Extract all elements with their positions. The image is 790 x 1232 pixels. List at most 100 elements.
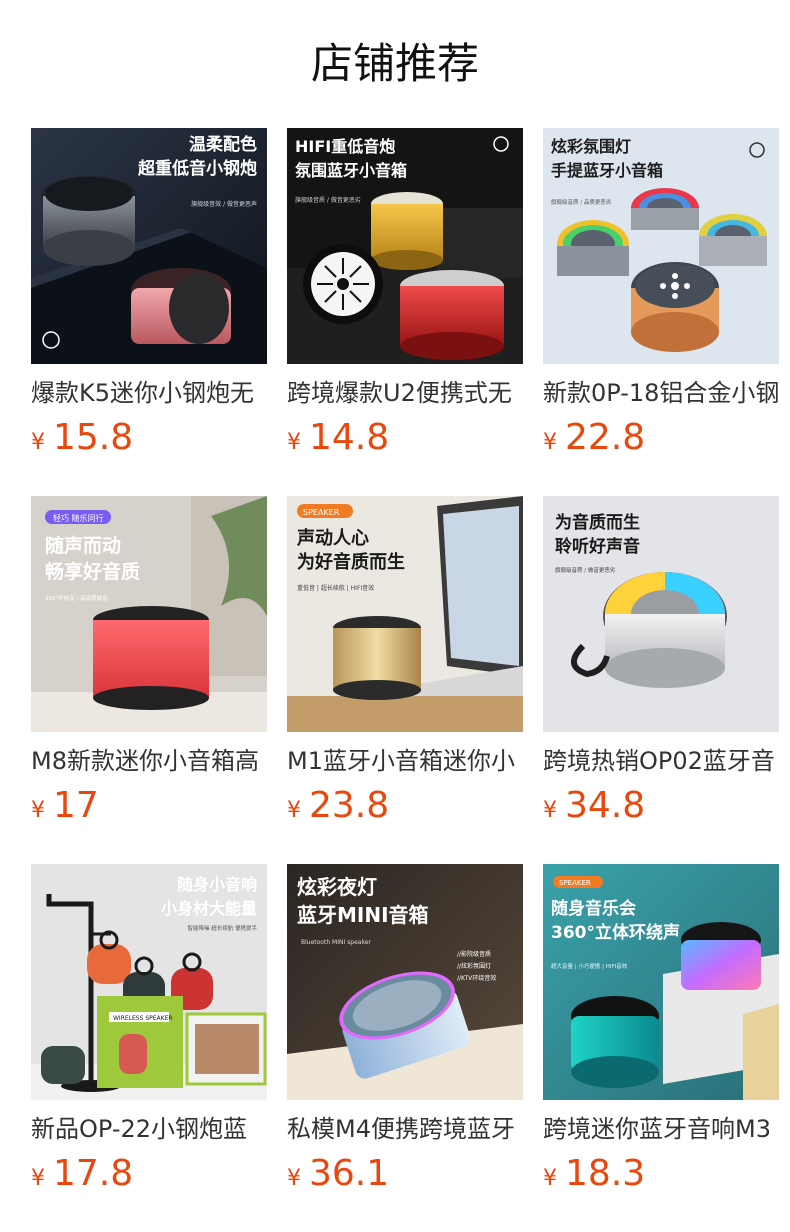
product-name[interactable]: 新款0P-18铝合金小钢 xyxy=(543,376,779,410)
svg-text:SPEAKER: SPEAKER xyxy=(303,508,340,517)
product-image[interactable]: 炫彩夜灯 蓝牙MINI音箱 Bluetooth MINI speaker //影… xyxy=(287,864,523,1100)
svg-text:旗舰级音质 / 做音更恶劣: 旗舰级音质 / 做音更恶劣 xyxy=(295,196,361,204)
product-grid: 温柔配色 超重低音小钢炮 旗舰级音效 / 做音更恶声 爆款K5迷你小钢炮无 ¥1… xyxy=(31,128,779,1232)
product-row: 轻巧 随乐同行 随声而动 畅享好音质 360°环绕音 / 高音质做音 M8新款迷… xyxy=(31,496,779,864)
svg-text:氛围蓝牙小音箱: 氛围蓝牙小音箱 xyxy=(295,161,407,180)
page-title: 店铺推荐 xyxy=(310,39,479,88)
svg-text:HIFI重低音炮: HIFI重低音炮 xyxy=(295,137,395,156)
svg-text:随身小音响: 随身小音响 xyxy=(177,875,257,894)
product-image[interactable]: 温柔配色 超重低音小钢炮 旗舰级音效 / 做音更恶声 xyxy=(31,128,267,364)
product-price: ¥34.8 xyxy=(543,784,645,828)
product-row: 温柔配色 超重低音小钢炮 旗舰级音效 / 做音更恶声 爆款K5迷你小钢炮无 ¥1… xyxy=(31,128,779,496)
product-image-art: 炫彩夜灯 蓝牙MINI音箱 Bluetooth MINI speaker //影… xyxy=(287,864,523,1100)
product-price: ¥23.8 xyxy=(287,784,389,828)
svg-text:聆听好声音: 聆听好声音 xyxy=(555,536,640,557)
product-card[interactable]: 为音质而生 聆听好声音 旗舰级音质 / 做音更恶劣 跨境热销OP02蓝牙音 ¥3… xyxy=(543,496,779,836)
svg-text:畅享好音质: 畅享好音质 xyxy=(45,560,140,583)
price-value: 14.8 xyxy=(309,417,390,458)
product-price: ¥17 xyxy=(31,784,99,828)
svg-text://影院级音质: //影院级音质 xyxy=(457,950,491,958)
svg-text:SPEAKER: SPEAKER xyxy=(559,879,591,887)
product-card[interactable]: WIRELESS SPEAKER 随身小音响 小身材大能量 智能降噪 超长续航 … xyxy=(31,864,267,1204)
svg-text:轻巧 随乐同行: 轻巧 随乐同行 xyxy=(53,513,104,523)
product-name[interactable]: M1蓝牙小音箱迷你小 xyxy=(287,744,523,778)
currency-symbol: ¥ xyxy=(31,430,45,455)
product-image[interactable]: WIRELESS SPEAKER 随身小音响 小身材大能量 智能降噪 超长续航 … xyxy=(31,864,267,1100)
product-name[interactable]: M8新款迷你小音箱高 xyxy=(31,744,267,778)
product-image[interactable]: 轻巧 随乐同行 随声而动 畅享好音质 360°环绕音 / 高音质做音 xyxy=(31,496,267,732)
product-image-art: WIRELESS SPEAKER 随身小音响 小身材大能量 智能降噪 超长续航 … xyxy=(31,864,267,1100)
product-image[interactable]: SPEAKER 声动人心 为好音质而生 重低音 | 超长续航 | HIFI音效 xyxy=(287,496,523,732)
price-value: 34.8 xyxy=(565,785,646,826)
product-price: ¥22.8 xyxy=(543,416,645,460)
currency-symbol: ¥ xyxy=(31,1166,45,1191)
svg-text:手提蓝牙小音箱: 手提蓝牙小音箱 xyxy=(551,161,663,180)
product-image-art: 轻巧 随乐同行 随声而动 畅享好音质 360°环绕音 / 高音质做音 xyxy=(31,496,267,732)
price-value: 17 xyxy=(53,785,99,826)
product-name[interactable]: 爆款K5迷你小钢炮无 xyxy=(31,376,267,410)
product-price: ¥17.8 xyxy=(31,1152,133,1196)
svg-text:随声而动: 随声而动 xyxy=(45,534,121,557)
svg-text:为好音质而生: 为好音质而生 xyxy=(297,551,405,573)
price-value: 18.3 xyxy=(565,1153,646,1194)
svg-text:蓝牙MINI音箱: 蓝牙MINI音箱 xyxy=(297,903,429,927)
product-image[interactable]: 炫彩氛围灯 手提蓝牙小音箱 旗舰级音质 / 品质更恶劣 xyxy=(543,128,779,364)
product-card[interactable]: SPEAKER 声动人心 为好音质而生 重低音 | 超长续航 | HIFI音效 … xyxy=(287,496,523,836)
currency-symbol: ¥ xyxy=(287,430,301,455)
product-card[interactable]: SPEAKER 随身音乐会 360°立体环绕声 超大音量 | 小巧便携 | HI… xyxy=(543,864,779,1204)
svg-text:旗舰级音质 / 品质更恶劣: 旗舰级音质 / 品质更恶劣 xyxy=(551,198,612,206)
product-card[interactable]: HIFI重低音炮 氛围蓝牙小音箱 旗舰级音质 / 做音更恶劣 跨境爆款U2便携式… xyxy=(287,128,523,468)
svg-text://KTV环绕音效: //KTV环绕音效 xyxy=(457,974,496,982)
product-image-art: 温柔配色 超重低音小钢炮 旗舰级音效 / 做音更恶声 xyxy=(31,128,267,364)
currency-symbol: ¥ xyxy=(543,430,557,455)
price-value: 15.8 xyxy=(53,417,134,458)
product-name[interactable]: 跨境迷你蓝牙音响M3 xyxy=(543,1112,779,1146)
product-image-art: 为音质而生 聆听好声音 旗舰级音质 / 做音更恶劣 xyxy=(543,496,779,732)
svg-text:360°环绕音 / 高音质做音: 360°环绕音 / 高音质做音 xyxy=(45,594,108,602)
svg-text:炫彩氛围灯: 炫彩氛围灯 xyxy=(551,137,631,156)
currency-symbol: ¥ xyxy=(287,798,301,823)
product-image-art: 炫彩氛围灯 手提蓝牙小音箱 旗舰级音质 / 品质更恶劣 xyxy=(543,128,779,364)
svg-text:超重低音小钢炮: 超重低音小钢炮 xyxy=(138,158,257,179)
svg-text:超大音量 | 小巧便携 | HIFI音效: 超大音量 | 小巧便携 | HIFI音效 xyxy=(551,962,628,970)
product-name[interactable]: 跨境热销OP02蓝牙音 xyxy=(543,744,779,778)
svg-text:随身音乐会: 随身音乐会 xyxy=(551,898,636,919)
svg-text:360°立体环绕声: 360°立体环绕声 xyxy=(551,922,680,943)
product-card[interactable]: 温柔配色 超重低音小钢炮 旗舰级音效 / 做音更恶声 爆款K5迷你小钢炮无 ¥1… xyxy=(31,128,267,468)
product-image[interactable]: 为音质而生 聆听好声音 旗舰级音质 / 做音更恶劣 xyxy=(543,496,779,732)
svg-text:WIRELESS SPEAKER: WIRELESS SPEAKER xyxy=(113,1015,173,1022)
product-price: ¥14.8 xyxy=(287,416,389,460)
product-card[interactable]: 炫彩氛围灯 手提蓝牙小音箱 旗舰级音质 / 品质更恶劣 新款0P-18铝合金小钢… xyxy=(543,128,779,468)
product-price: ¥18.3 xyxy=(543,1152,645,1196)
svg-text:为音质而生: 为音质而生 xyxy=(555,512,640,533)
product-image-art: HIFI重低音炮 氛围蓝牙小音箱 旗舰级音质 / 做音更恶劣 xyxy=(287,128,523,364)
product-card[interactable]: 炫彩夜灯 蓝牙MINI音箱 Bluetooth MINI speaker //影… xyxy=(287,864,523,1204)
currency-symbol: ¥ xyxy=(287,1166,301,1191)
price-value: 23.8 xyxy=(309,785,390,826)
svg-text:智能降噪 超长续航 便携提手: 智能降噪 超长续航 便携提手 xyxy=(188,924,258,932)
price-value: 17.8 xyxy=(53,1153,134,1194)
currency-symbol: ¥ xyxy=(31,798,45,823)
svg-text:炫彩夜灯: 炫彩夜灯 xyxy=(297,875,377,899)
price-value: 36.1 xyxy=(309,1153,390,1194)
price-value: 22.8 xyxy=(565,417,646,458)
product-image-art: SPEAKER 声动人心 为好音质而生 重低音 | 超长续航 | HIFI音效 xyxy=(287,496,523,732)
svg-text://炫彩氛围灯: //炫彩氛围灯 xyxy=(457,962,491,970)
product-price: ¥36.1 xyxy=(287,1152,389,1196)
svg-text:重低音 | 超长续航 | HIFI音效: 重低音 | 超长续航 | HIFI音效 xyxy=(297,584,374,592)
svg-text:小身材大能量: 小身材大能量 xyxy=(161,899,257,918)
svg-text:温柔配色: 温柔配色 xyxy=(189,134,257,155)
currency-symbol: ¥ xyxy=(543,1166,557,1191)
product-name[interactable]: 跨境爆款U2便携式无 xyxy=(287,376,523,410)
svg-text:Bluetooth MINI speaker: Bluetooth MINI speaker xyxy=(301,939,371,946)
product-name[interactable]: 私模M4便携跨境蓝牙 xyxy=(287,1112,523,1146)
product-price: ¥15.8 xyxy=(31,416,133,460)
product-name[interactable]: 新品OP-22小钢炮蓝 xyxy=(31,1112,267,1146)
currency-symbol: ¥ xyxy=(543,798,557,823)
product-image[interactable]: SPEAKER 随身音乐会 360°立体环绕声 超大音量 | 小巧便携 | HI… xyxy=(543,864,779,1100)
svg-text:旗舰级音质 / 做音更恶劣: 旗舰级音质 / 做音更恶劣 xyxy=(555,566,616,574)
product-image-art: SPEAKER 随身音乐会 360°立体环绕声 超大音量 | 小巧便携 | HI… xyxy=(543,864,779,1100)
product-card[interactable]: 轻巧 随乐同行 随声而动 畅享好音质 360°环绕音 / 高音质做音 M8新款迷… xyxy=(31,496,267,836)
product-image[interactable]: HIFI重低音炮 氛围蓝牙小音箱 旗舰级音质 / 做音更恶劣 xyxy=(287,128,523,364)
product-row: WIRELESS SPEAKER 随身小音响 小身材大能量 智能降噪 超长续航 … xyxy=(31,864,779,1232)
